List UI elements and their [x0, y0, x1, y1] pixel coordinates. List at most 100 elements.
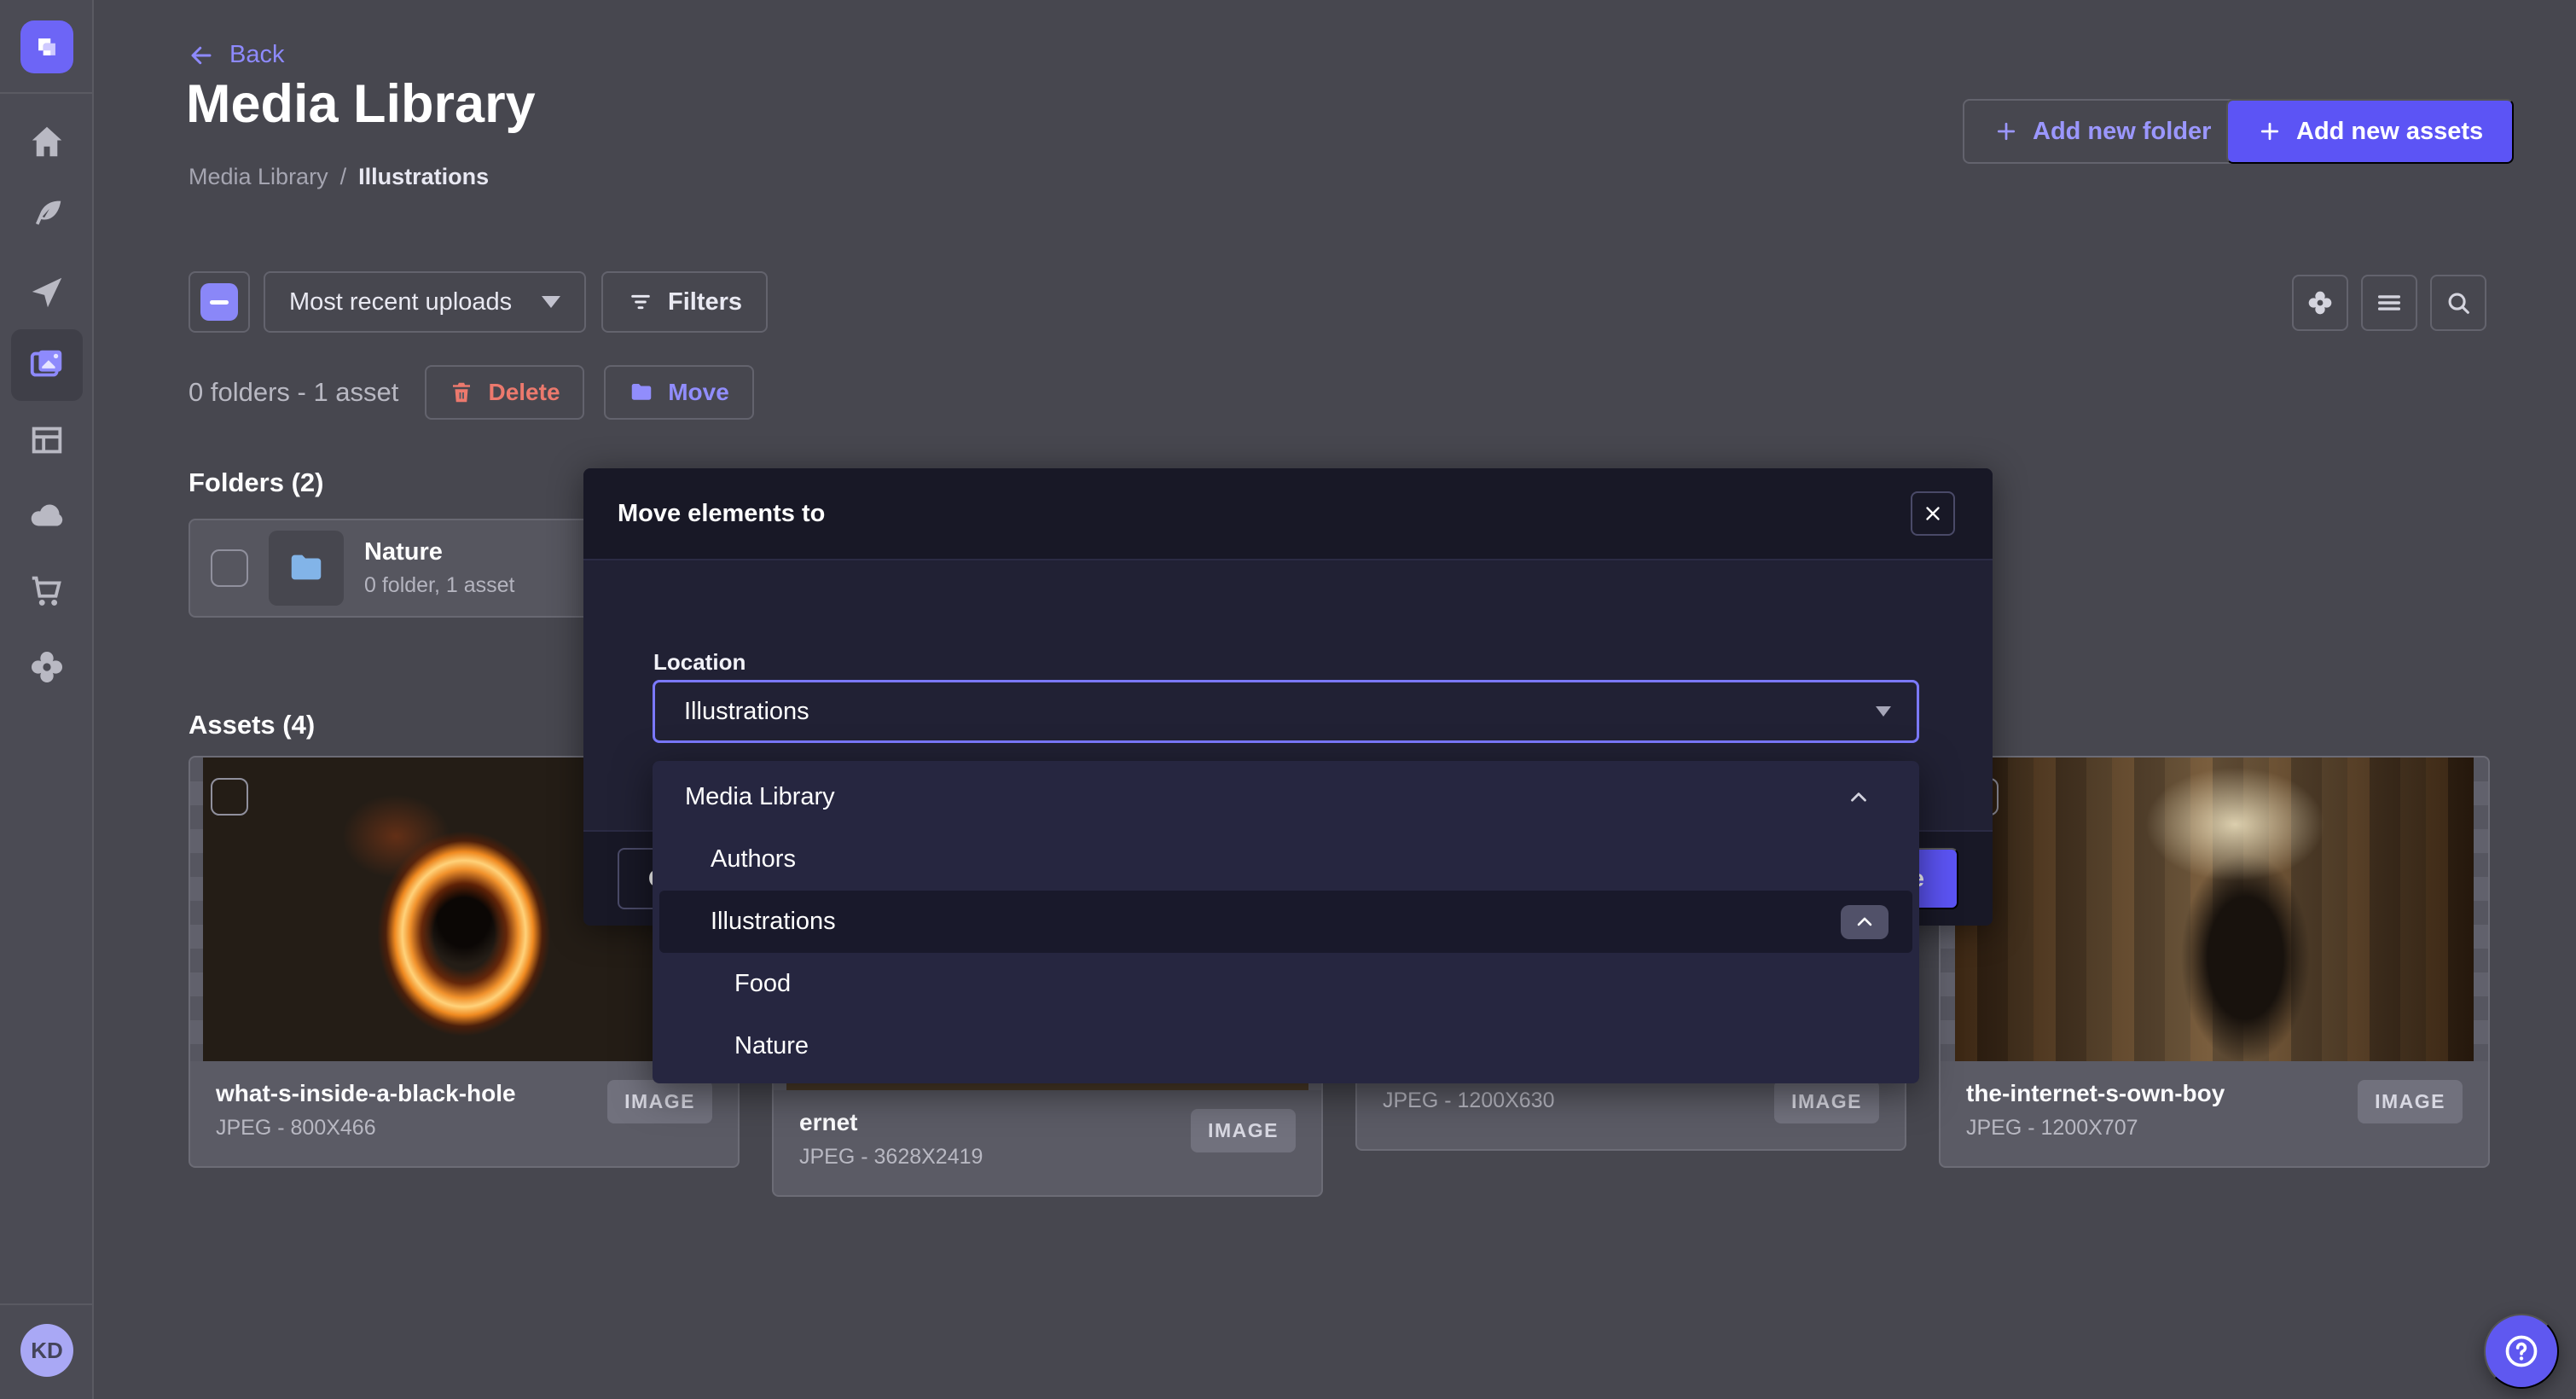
chevron-up-icon [1853, 910, 1877, 934]
cart-icon [27, 572, 67, 611]
sidebar-item-releases[interactable] [0, 255, 94, 330]
list-icon [2375, 288, 2404, 317]
collapse-children-button[interactable] [1841, 905, 1888, 939]
add-new-assets-button[interactable]: Add new assets [2226, 99, 2514, 164]
option-label: Illustrations [711, 908, 836, 936]
chevron-down-icon [542, 296, 560, 308]
add-new-assets-label: Add new assets [2296, 118, 2483, 146]
asset-card[interactable]: the-internet-s-own-boy JPEG - 1200X707 I… [1939, 756, 2490, 1168]
asset-meta: JPEG - 800X466 [216, 1116, 516, 1141]
folder-icon [629, 380, 654, 405]
avatar[interactable]: KD [20, 1324, 73, 1377]
sidebar-item-marketplace[interactable] [0, 554, 94, 629]
send-icon [27, 273, 67, 312]
search-icon [2444, 288, 2473, 317]
sort-dropdown[interactable]: Most recent uploads [264, 271, 586, 333]
folder-thumb [269, 531, 344, 606]
indeterminate-checkbox-icon [200, 283, 238, 321]
location-select-value: Illustrations [684, 698, 809, 726]
asset-checkbox[interactable] [211, 778, 248, 816]
strapi-logo-icon[interactable] [20, 20, 73, 73]
asset-name: what-s-inside-a-black-hole [216, 1080, 516, 1107]
breadcrumb-current: Illustrations [358, 164, 489, 189]
help-button[interactable] [2484, 1314, 2559, 1389]
add-new-folder-button[interactable]: Add new folder [1963, 99, 2242, 164]
folder-name: Nature [364, 538, 515, 566]
home-icon [27, 122, 67, 161]
select-all-checkbox[interactable] [189, 271, 250, 333]
asset-name: ernet [799, 1109, 983, 1136]
dropdown-option-food[interactable]: Food [659, 953, 1912, 1015]
dropdown-option-media-library[interactable]: Media Library [659, 766, 1912, 828]
asset-type-badge: IMAGE [607, 1080, 712, 1123]
asset-meta: JPEG - 3628X2419 [799, 1145, 983, 1170]
delete-button[interactable]: Delete [425, 365, 584, 420]
back-label: Back [229, 41, 284, 69]
move-label: Move [668, 379, 729, 406]
location-dropdown: Media Library Authors Illustrations Food… [653, 761, 1919, 1083]
option-label: Authors [711, 845, 796, 874]
filter-icon [627, 288, 654, 316]
asset-meta: JPEG - 1200X707 [1966, 1116, 2225, 1141]
dropdown-option-nature[interactable]: Nature [659, 1015, 1912, 1077]
asset-type-badge: IMAGE [1774, 1080, 1879, 1123]
asset-meta: JPEG - 1200X630 [1383, 1088, 1555, 1113]
dropdown-option-authors[interactable]: Authors [659, 828, 1912, 891]
sidebar-item-home[interactable] [0, 104, 94, 179]
sidebar-divider [0, 1303, 94, 1305]
close-icon [1922, 502, 1944, 525]
breadcrumb: Media Library / Illustrations [189, 164, 489, 190]
list-view-button[interactable] [2361, 275, 2417, 331]
sidebar-divider [0, 92, 94, 94]
page-title: Media Library [186, 73, 536, 135]
folder-checkbox[interactable] [211, 549, 248, 587]
question-mark-icon [2503, 1332, 2540, 1370]
sidebar-item-settings[interactable] [0, 630, 94, 705]
asset-type-badge: IMAGE [2358, 1080, 2463, 1123]
asset-name: the-internet-s-own-boy [1966, 1080, 2225, 1107]
grid-settings-button[interactable] [2292, 275, 2348, 331]
folder-icon [287, 549, 326, 588]
search-button[interactable] [2430, 275, 2486, 331]
trash-icon [449, 380, 474, 405]
option-label: Nature [734, 1032, 809, 1060]
move-button[interactable]: Move [604, 365, 754, 420]
asset-type-badge: IMAGE [1191, 1109, 1296, 1152]
modal-title: Move elements to [618, 500, 825, 528]
selection-summary: 0 folders - 1 asset [189, 365, 398, 420]
breadcrumb-root[interactable]: Media Library [189, 164, 328, 189]
location-label: Location [653, 649, 746, 676]
close-button[interactable] [1911, 491, 1955, 536]
filters-button[interactable]: Filters [601, 271, 768, 333]
gear-icon [27, 647, 67, 687]
add-new-folder-label: Add new folder [2033, 118, 2211, 146]
sidebar-item-deploy[interactable] [0, 479, 94, 554]
sort-label: Most recent uploads [289, 288, 512, 316]
plus-icon [2257, 119, 2283, 144]
folder-meta: 0 folder, 1 asset [364, 573, 515, 598]
option-label: Food [734, 970, 791, 998]
layout-icon [27, 421, 67, 460]
sidebar: KD [0, 0, 94, 1399]
library-photo-image [1955, 758, 2474, 1061]
gear-icon [2306, 288, 2335, 317]
dropdown-option-illustrations[interactable]: Illustrations [659, 891, 1912, 953]
option-label: Media Library [685, 783, 835, 811]
cloud-icon [27, 496, 67, 536]
breadcrumb-separator: / [340, 164, 347, 189]
feather-icon [27, 195, 67, 235]
sidebar-item-media-library[interactable] [11, 329, 83, 401]
location-select[interactable]: Illustrations [653, 680, 1919, 743]
plus-icon [1993, 119, 2019, 144]
filters-label: Filters [668, 288, 742, 316]
assets-heading: Assets (4) [189, 710, 315, 740]
back-link[interactable]: Back [189, 41, 284, 69]
media-library-icon [27, 345, 67, 385]
asset-thumbnail [1941, 758, 2488, 1061]
delete-label: Delete [488, 379, 560, 406]
chevron-down-icon [1876, 706, 1891, 717]
sidebar-item-content-builder[interactable] [0, 177, 94, 253]
sidebar-item-content-manager[interactable] [0, 403, 94, 478]
chevron-up-icon[interactable] [1846, 785, 1871, 810]
folders-heading: Folders (2) [189, 467, 323, 498]
